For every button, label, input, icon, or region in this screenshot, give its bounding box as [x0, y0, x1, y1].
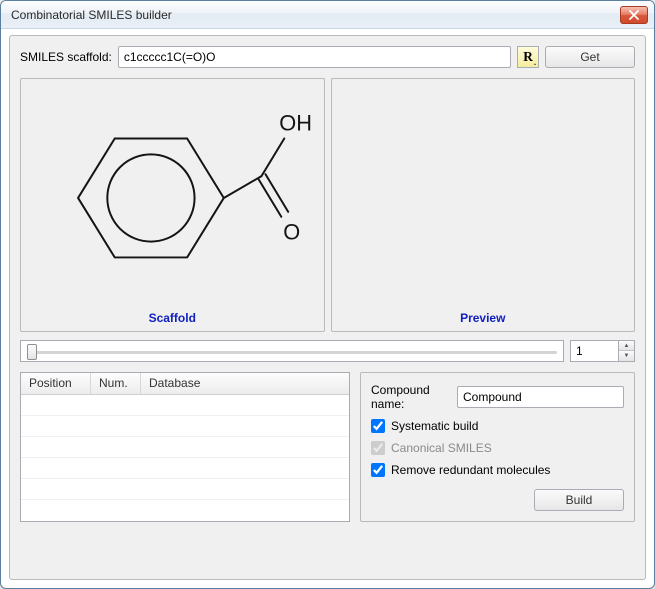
canonical-smiles-input: [371, 441, 385, 455]
preview-index-input[interactable]: [570, 340, 618, 362]
window-frame: Combinatorial SMILES builder SMILES scaf…: [0, 0, 655, 589]
oh-label: OH: [279, 111, 312, 136]
options-panel: Compound name: Systematic build Canonica…: [360, 372, 635, 522]
table-row[interactable]: [21, 479, 349, 500]
r-group-icon: R: [523, 49, 533, 65]
col-num[interactable]: Num.: [91, 373, 141, 394]
table-row[interactable]: [21, 458, 349, 479]
compound-name-row: Compound name:: [371, 383, 624, 411]
slider-thumb[interactable]: [27, 344, 37, 360]
remove-redundant-input[interactable]: [371, 463, 385, 477]
scaffold-caption: Scaffold: [21, 311, 324, 325]
table-row[interactable]: [21, 437, 349, 458]
close-icon: [629, 10, 639, 20]
r-group-button[interactable]: R.: [517, 46, 539, 68]
remove-redundant-checkbox[interactable]: Remove redundant molecules: [371, 463, 624, 477]
scaffold-row: SMILES scaffold: R. Get: [20, 46, 635, 68]
table-header: Position Num. Database: [21, 373, 349, 395]
window-title: Combinatorial SMILES builder: [11, 8, 620, 22]
preview-slider[interactable]: [20, 340, 564, 362]
scaffold-molecule: OH O: [21, 79, 324, 307]
close-button[interactable]: [620, 6, 648, 24]
preview-caption: Preview: [332, 311, 635, 325]
bottom-row: Position Num. Database Compound name:: [20, 372, 635, 522]
col-database[interactable]: Database: [141, 373, 349, 394]
col-position[interactable]: Position: [21, 373, 91, 394]
systematic-build-checkbox[interactable]: Systematic build: [371, 419, 624, 433]
scaffold-panel: OH O Scaffold: [20, 78, 325, 332]
build-button[interactable]: Build: [534, 489, 624, 511]
scaffold-label: SMILES scaffold:: [20, 50, 112, 64]
get-button[interactable]: Get: [545, 46, 635, 68]
canonical-smiles-checkbox: Canonical SMILES: [371, 441, 624, 455]
systematic-build-input[interactable]: [371, 419, 385, 433]
spin-down-icon[interactable]: ▼: [619, 351, 634, 361]
preview-panel: Preview: [331, 78, 636, 332]
table-row[interactable]: [21, 395, 349, 416]
table-row[interactable]: [21, 500, 349, 521]
o-label: O: [283, 220, 300, 245]
variations-table[interactable]: Position Num. Database: [20, 372, 350, 522]
spin-up-icon[interactable]: ▲: [619, 341, 634, 351]
preview-index-spinner[interactable]: ▲ ▼: [570, 340, 635, 362]
table-body: [21, 395, 349, 521]
client-area: SMILES scaffold: R. Get: [9, 35, 646, 580]
preview-panels: OH O Scaffold Preview: [20, 78, 635, 332]
compound-name-input[interactable]: [457, 386, 624, 408]
table-row[interactable]: [21, 416, 349, 437]
compound-name-label: Compound name:: [371, 383, 451, 411]
slider-row: ▲ ▼: [20, 338, 635, 364]
titlebar[interactable]: Combinatorial SMILES builder: [1, 1, 654, 29]
scaffold-input[interactable]: [118, 46, 511, 68]
